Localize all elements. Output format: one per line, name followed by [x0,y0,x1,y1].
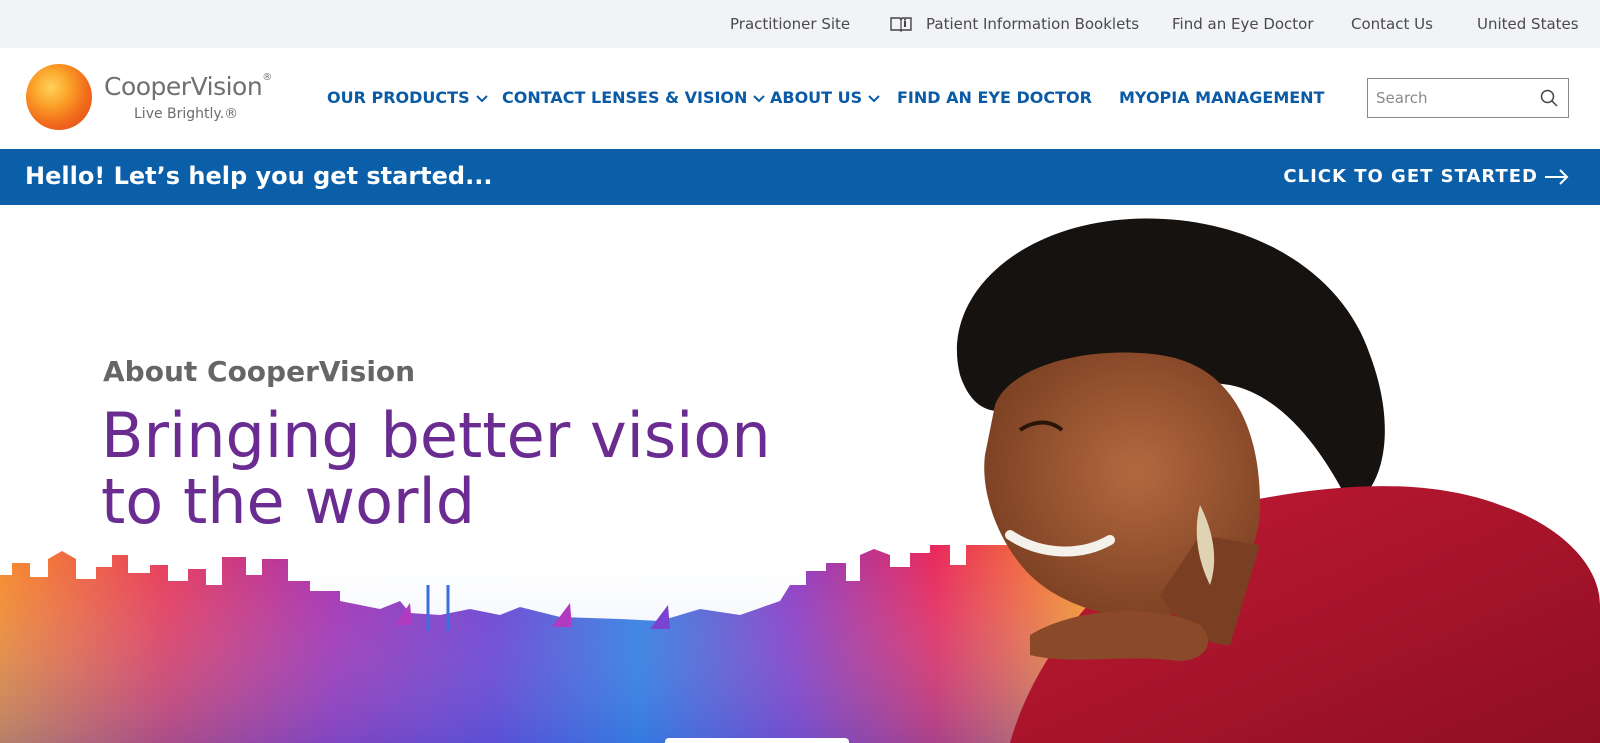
hero-eyebrow: About CooperVision [103,355,416,388]
logo-name: CooperVision® [104,72,272,101]
get-started-cta-label: CLICK TO GET STARTED [1283,166,1538,187]
nav-about-us-label: ABOUT US [770,88,863,107]
nav-our-products-label: OUR PRODUCTS [327,88,470,107]
patient-booklets-link[interactable]: Patient Information Booklets [926,15,1139,33]
search-box [1367,78,1569,118]
nav-our-products[interactable]: OUR PRODUCTS [327,88,488,107]
nav-contact-lenses-vision[interactable]: CONTACT LENSES & VISION [502,88,766,107]
booklet-icon [890,17,912,32]
logo-sphere-icon [26,64,92,130]
scroll-down-tab[interactable] [665,738,849,743]
chevron-down-icon [868,94,880,102]
chevron-down-icon [753,94,766,102]
hero-section: About CooperVision Bringing better visio… [0,205,1600,743]
search-icon[interactable] [1540,89,1558,107]
nav-contact-lenses-vision-label: CONTACT LENSES & VISION [502,88,748,107]
main-header: CooperVision® Live Brightly.® OUR PRODUC… [0,48,1600,149]
nav-find-eye-doctor[interactable]: FIND AN EYE DOCTOR [897,88,1092,107]
banner-greeting: Hello! Let’s help you get started... [25,162,493,190]
coopervision-logo[interactable]: CooperVision® Live Brightly.® [26,64,272,134]
chevron-down-icon [475,94,488,102]
get-started-banner[interactable]: Hello! Let’s help you get started... CLI… [0,149,1600,205]
practitioner-site-link[interactable]: Practitioner Site [730,15,850,33]
nav-myopia-management[interactable]: MYOPIA MANAGEMENT [1119,88,1324,107]
utility-bar: Practitioner Site Patient Information Bo… [0,0,1600,48]
region-selector[interactable]: United States [1477,15,1579,33]
contact-us-link[interactable]: Contact Us [1351,15,1433,33]
find-eye-doctor-link[interactable]: Find an Eye Doctor [1172,15,1314,33]
smiling-woman-photo [956,218,1600,743]
nav-about-us[interactable]: ABOUT US [770,88,880,107]
search-input[interactable] [1376,87,1536,109]
get-started-cta[interactable]: CLICK TO GET STARTED [1283,166,1570,187]
hero-title: Bringing better vision to the world [101,399,771,538]
logo-tagline: Live Brightly.® [134,106,239,122]
arrow-right-icon [1545,169,1569,185]
